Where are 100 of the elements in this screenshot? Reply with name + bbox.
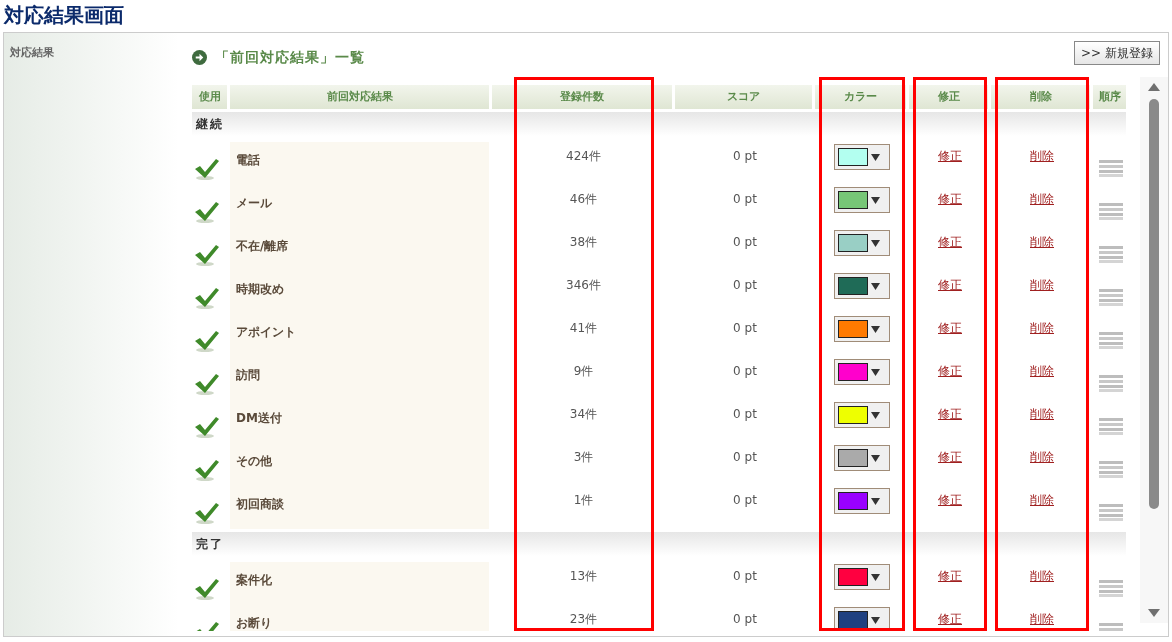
delete-link[interactable]: 削除: [1030, 319, 1054, 335]
count-text: 1件: [573, 492, 594, 507]
result-name: 不在/離席: [236, 239, 289, 253]
edit-link[interactable]: 修正: [938, 233, 962, 249]
count-text: 9件: [573, 363, 594, 378]
scroll-down-icon[interactable]: [1148, 609, 1160, 617]
edit-link[interactable]: 修正: [938, 610, 962, 626]
count-text: 46件: [569, 191, 598, 206]
page-title: 対応結果画面: [2, 2, 125, 29]
drag-handle-icon[interactable]: [1099, 417, 1123, 435]
scroll-up-icon[interactable]: [1148, 83, 1160, 91]
score-text: 0 pt: [733, 191, 757, 206]
edit-link[interactable]: 修正: [938, 567, 962, 583]
scrollbar[interactable]: [1140, 77, 1168, 623]
delete-link[interactable]: 削除: [1030, 610, 1054, 626]
drag-handle-icon[interactable]: [1099, 288, 1123, 306]
edit-link[interactable]: 修正: [938, 276, 962, 292]
edit-link[interactable]: 修正: [938, 319, 962, 335]
delete-link[interactable]: 削除: [1030, 491, 1054, 507]
delete-link[interactable]: 削除: [1030, 405, 1054, 421]
caret-icon: [871, 325, 880, 333]
caret-icon: [871, 573, 880, 581]
drag-handle-icon[interactable]: [1099, 331, 1123, 349]
column-header: 修正: [909, 85, 991, 109]
color-dropdown[interactable]: [834, 488, 890, 514]
column-header: 順序: [1093, 85, 1129, 109]
count-text: 3件: [573, 449, 594, 464]
result-name: その他: [236, 454, 272, 468]
result-name: DM送付: [236, 411, 282, 425]
result-name: アポイント: [236, 325, 296, 339]
edit-link[interactable]: 修正: [938, 190, 962, 206]
edit-link[interactable]: 修正: [938, 448, 962, 464]
delete-link[interactable]: 削除: [1030, 362, 1054, 378]
delete-link[interactable]: 削除: [1030, 567, 1054, 583]
color-dropdown[interactable]: [834, 564, 890, 590]
column-header: 削除: [991, 85, 1093, 109]
caret-icon: [871, 153, 880, 161]
column-header: 登録件数: [492, 85, 675, 109]
edit-link[interactable]: 修正: [938, 362, 962, 378]
edit-link[interactable]: 修正: [938, 147, 962, 163]
result-name: 初回商談: [236, 497, 284, 511]
edit-link[interactable]: 修正: [938, 491, 962, 507]
group-header: 継続: [192, 112, 1126, 136]
drag-handle-icon[interactable]: [1099, 159, 1123, 177]
result-name: 案件化: [236, 573, 272, 587]
count-text: 13件: [569, 568, 598, 583]
result-name: 電話: [236, 153, 260, 167]
count-text: 34件: [569, 406, 598, 421]
group-header: 完了: [192, 532, 1126, 556]
result-name: 時期改め: [236, 282, 284, 296]
score-text: 0 pt: [733, 492, 757, 507]
score-text: 0 pt: [733, 406, 757, 421]
result-name: お断り: [236, 616, 272, 630]
color-dropdown[interactable]: [834, 230, 890, 256]
sidebar-label: 対応結果: [10, 46, 54, 59]
result-name: メール: [236, 196, 272, 210]
delete-link[interactable]: 削除: [1030, 448, 1054, 464]
score-text: 0 pt: [733, 277, 757, 292]
delete-link[interactable]: 削除: [1030, 190, 1054, 206]
score-text: 0 pt: [733, 148, 757, 163]
score-text: 0 pt: [733, 611, 757, 626]
caret-icon: [871, 411, 880, 419]
caret-icon: [871, 454, 880, 462]
color-dropdown[interactable]: [834, 316, 890, 342]
caret-icon: [871, 196, 880, 204]
caret-icon: [871, 616, 880, 624]
delete-link[interactable]: 削除: [1030, 276, 1054, 292]
score-text: 0 pt: [733, 568, 757, 583]
drag-handle-icon[interactable]: [1099, 579, 1123, 597]
column-header: カラー: [815, 85, 909, 109]
delete-link[interactable]: 削除: [1030, 147, 1054, 163]
new-registration-button[interactable]: >> 新規登録: [1074, 41, 1160, 65]
count-text: 38件: [569, 234, 598, 249]
color-dropdown[interactable]: [834, 402, 890, 428]
caret-icon: [871, 239, 880, 247]
caret-icon: [871, 368, 880, 376]
edit-link[interactable]: 修正: [938, 405, 962, 421]
scroll-thumb[interactable]: [1149, 99, 1159, 509]
drag-handle-icon[interactable]: [1099, 202, 1123, 220]
arrow-circle-icon: [192, 50, 207, 65]
score-text: 0 pt: [733, 320, 757, 335]
drag-handle-icon[interactable]: [1099, 245, 1123, 263]
color-dropdown[interactable]: [834, 359, 890, 385]
delete-link[interactable]: 削除: [1030, 233, 1054, 249]
color-dropdown[interactable]: [834, 187, 890, 213]
count-text: 424件: [566, 148, 601, 163]
count-text: 346件: [566, 277, 601, 292]
color-dropdown[interactable]: [834, 445, 890, 471]
score-text: 0 pt: [733, 449, 757, 464]
result-name: 訪問: [236, 368, 260, 382]
drag-handle-icon[interactable]: [1099, 374, 1123, 392]
column-header: 前回対応結果: [230, 85, 492, 109]
column-header: スコア: [675, 85, 815, 109]
drag-handle-icon[interactable]: [1099, 503, 1123, 521]
color-dropdown[interactable]: [834, 144, 890, 170]
score-text: 0 pt: [733, 234, 757, 249]
score-text: 0 pt: [733, 363, 757, 378]
drag-handle-icon[interactable]: [1099, 460, 1123, 478]
color-dropdown[interactable]: [834, 607, 890, 631]
color-dropdown[interactable]: [834, 273, 890, 299]
